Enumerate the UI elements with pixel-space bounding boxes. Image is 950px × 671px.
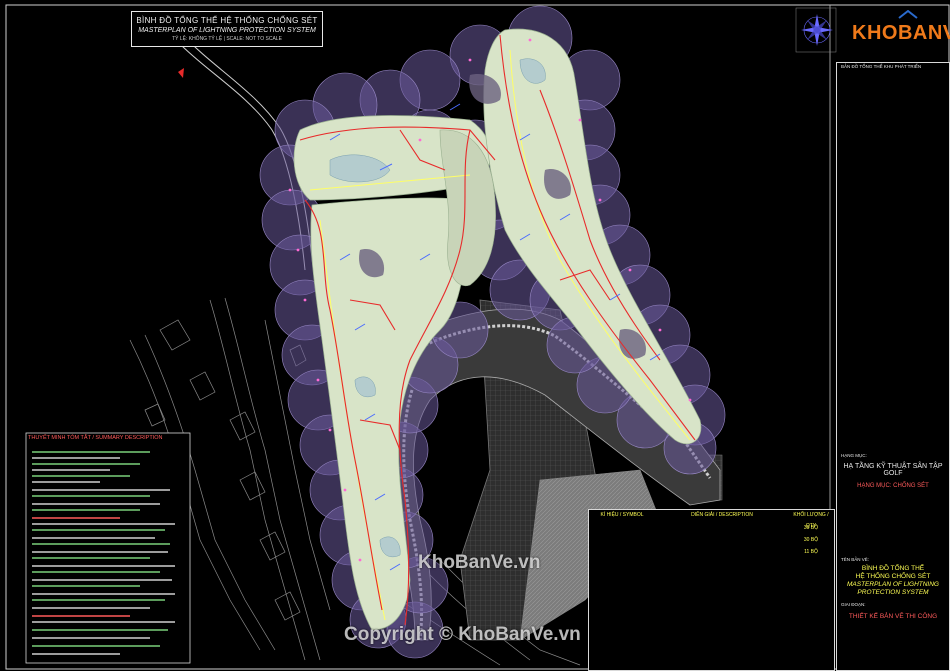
site-watermark: KhoBanVe.vn [418,552,541,573]
summary-description: THUYẾT MINH TÓM TẮT / SUMMARY DESCRIPTIO… [26,433,190,663]
legend-col-symbol: KÍ HIỆU / SYMBOL [600,512,644,518]
drawing-name: BÌNH ĐỒ TỔNG THỂ HỆ THỐNG CHỐNG SÉT MAST… [841,565,945,597]
legend-row-2-qty: 30 BỘ [803,537,819,543]
legend-table: KÍ HIỆU / SYMBOL DIỄN GIẢI / DESCRIPTION… [588,509,835,671]
copyright-watermark: Copyright © KhoBanVe.vn [344,624,581,645]
design-stage: THIẾT KẾ BẢN VẼ THI CÔNG [848,613,938,620]
summary-title: THUYẾT MINH TÓM TẮT / SUMMARY DESCRIPTIO… [28,435,163,441]
brand-logo: KHOBANVE [852,10,950,45]
legend-col-description: DIỄN GIẢI / DESCRIPTION [691,512,753,518]
drawing-label: TÊN BẢN VẼ: [841,557,870,562]
drawing-name-vn-1: BÌNH ĐỒ TỔNG THỂ [861,565,925,572]
house-icon [898,10,918,19]
project-name: HẠ TẦNG KỸ THUẬT SÂN TẬP GOLF [843,463,943,477]
brand-logo-text: KHOBANVE [852,22,950,44]
legend-row-1-qty: 30 BỘ [803,525,819,531]
category-name: HẠNG MỤC: CHỐNG SÉT [857,483,929,489]
title-block-panel: BẢN ĐỒ TỔNG THỂ KHU PHÁT TRIỂN HẠNG MỤC:… [836,62,950,671]
legend-row-3-qty: 11 BỘ [804,549,818,555]
drawing-name-vn-2: HỆ THỐNG CHỐNG SÉT [855,573,931,580]
north-arrow-icon [801,14,833,46]
drawing-title-en: MASTERPLAN OF LIGHTNING PROTECTION SYSTE… [138,27,316,34]
drawing-title-vn: BÌNH ĐỒ TỔNG THỂ HỆ THỐNG CHỐNG SÉT [136,16,318,25]
drawing-name-en-1: MASTERPLAN OF LIGHTNING [847,581,939,588]
drawing-name-en-2: PROTECTION SYSTEM [857,589,929,596]
drawing-title-box: BÌNH ĐỒ TỔNG THỂ HỆ THỐNG CHỐNG SÉT MAST… [131,11,323,47]
key-plan-caption: BẢN ĐỒ TỔNG THỂ KHU PHÁT TRIỂN [841,64,922,69]
legend-col-quantity: KHỐI LƯỢNG / QTY [793,512,829,529]
item-label: HẠNG MỤC: [841,453,867,458]
stage-label: GIAI ĐOẠN: [841,602,866,607]
drawing-scale-note: TỶ LỆ: KHÔNG TỶ LỆ | SCALE: NOT TO SCALE [172,36,282,42]
north-flag-marker [178,68,184,78]
